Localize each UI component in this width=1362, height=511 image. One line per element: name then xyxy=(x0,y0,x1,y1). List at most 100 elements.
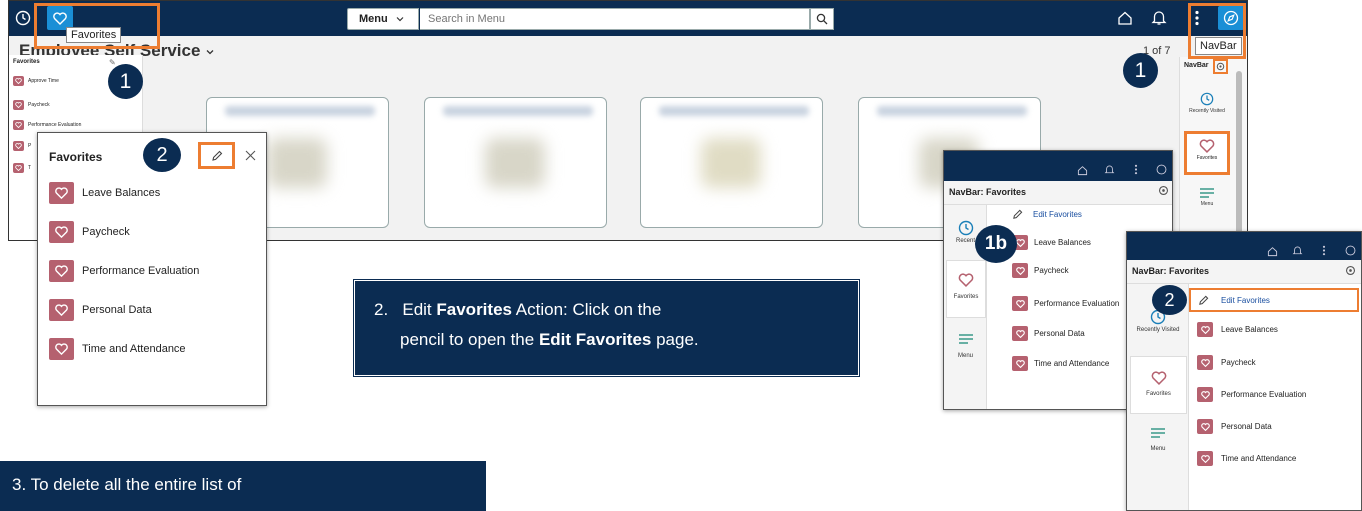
search-input[interactable] xyxy=(420,8,810,30)
heart-icon xyxy=(1012,326,1028,341)
clock-icon xyxy=(958,220,973,236)
list-item[interactable]: Performance Evaluation xyxy=(49,260,199,282)
close-icon xyxy=(245,150,256,161)
heart-icon xyxy=(1012,263,1028,278)
hamburger-icon xyxy=(958,334,973,344)
list-item[interactable]: Paycheck xyxy=(13,100,50,110)
list-item[interactable]: Approve Time xyxy=(13,76,59,86)
home-button[interactable] xyxy=(1117,10,1133,31)
heart-icon xyxy=(49,221,74,243)
list-item[interactable]: Performance Evaluation xyxy=(1197,387,1306,402)
close-button[interactable] xyxy=(245,148,256,166)
heart-icon xyxy=(1012,356,1028,371)
gear-icon[interactable] xyxy=(1158,185,1169,196)
pencil-icon xyxy=(211,150,222,161)
recently-visited-button[interactable] xyxy=(15,10,31,26)
heart-icon xyxy=(1199,139,1215,153)
list-item[interactable]: Leave Balances xyxy=(1012,235,1091,250)
clock-icon xyxy=(1200,92,1214,106)
notifications-button[interactable] xyxy=(1151,9,1167,31)
heart-icon xyxy=(49,338,74,360)
list-item[interactable]: Leave Balances xyxy=(49,182,160,204)
navbar-rail-scrollbar[interactable] xyxy=(1236,71,1242,240)
heart-icon xyxy=(13,120,24,130)
panel-rail-favorites[interactable]: Favorites xyxy=(946,260,986,318)
kebab-icon xyxy=(1134,164,1138,175)
navbar-menu[interactable]: Menu xyxy=(1182,187,1232,207)
list-item[interactable]: Paycheck xyxy=(1197,355,1256,370)
gear-icon[interactable] xyxy=(1345,265,1356,276)
hamburger-icon xyxy=(1200,188,1214,198)
favorites-popup: Favorites Leave Balances Paycheck Perfor… xyxy=(37,132,267,406)
heart-icon xyxy=(1197,322,1213,337)
bell-icon xyxy=(1104,165,1115,174)
step-badge: 2 xyxy=(1152,285,1187,315)
heart-icon xyxy=(958,273,974,287)
navbar-favorites[interactable]: Favorites xyxy=(1184,131,1230,175)
edit-favorites-pencil-button[interactable] xyxy=(198,142,235,169)
navbar-recently-visited[interactable]: Recently Visited xyxy=(1182,92,1232,114)
panel-rail-menu[interactable]: Menu xyxy=(944,333,987,359)
callout-line-1: 2. Edit Favorites Action: Click on the xyxy=(374,300,662,319)
navbar-settings-button[interactable] xyxy=(1213,59,1228,74)
navbar-rail-label: NavBar xyxy=(1184,62,1209,69)
list-item[interactable]: Personal Data xyxy=(49,299,152,321)
heart-icon xyxy=(49,299,74,321)
list-item[interactable]: Personal Data xyxy=(1197,419,1272,434)
edit-favorites-link[interactable]: Edit Favorites xyxy=(1012,209,1082,220)
edit-favorites-link[interactable]: Edit Favorites xyxy=(1189,288,1359,312)
step-badge: 2 xyxy=(143,138,181,172)
panel-title: NavBar: Favorites xyxy=(949,187,1027,197)
heart-icon xyxy=(13,100,24,110)
list-item[interactable]: Personal Data xyxy=(1012,326,1085,341)
list-item[interactable]: Time and Attendance xyxy=(1012,356,1109,371)
menu-label: Menu xyxy=(359,13,388,25)
chevron-down-icon xyxy=(396,17,404,22)
clock-icon xyxy=(15,10,31,26)
list-item[interactable]: Performance Evaluation xyxy=(1012,296,1119,311)
list-item[interactable]: Performance Evaluation xyxy=(13,120,81,130)
list-item[interactable]: Time and Attendance xyxy=(1197,451,1296,466)
panel-rail-recent[interactable]: Recently Visited xyxy=(1127,309,1189,333)
heart-icon xyxy=(1197,387,1213,402)
search-button[interactable] xyxy=(810,8,834,30)
panel-topbar xyxy=(1127,232,1361,260)
list-item[interactable]: Paycheck xyxy=(49,221,130,243)
navbar-favorites-panel-edit: NavBar: Favorites Recently Visited Favor… xyxy=(1126,231,1362,511)
list-item[interactable]: P xyxy=(13,141,31,151)
navbar-rail: NavBar Recently Visited Favorites Menu xyxy=(1179,57,1247,240)
favorites-popup-title: Favorites xyxy=(49,150,103,164)
pencil-icon[interactable]: ✎ xyxy=(109,58,116,67)
menu-dropdown[interactable]: Menu xyxy=(347,8,419,30)
home-icon xyxy=(1077,166,1088,176)
list-item[interactable]: Paycheck xyxy=(1012,263,1069,278)
homepage-tile[interactable] xyxy=(424,97,607,228)
panel-header: NavBar: Favorites xyxy=(944,181,1172,205)
heart-icon xyxy=(1151,371,1166,385)
panel-rail-favorites[interactable]: Favorites xyxy=(1130,356,1187,414)
search-icon xyxy=(816,13,828,25)
favorites-tooltip: Favorites xyxy=(66,27,122,43)
home-icon xyxy=(1267,247,1278,257)
callout-step-2: 2. Edit Favorites Action: Click on the p… xyxy=(353,279,860,377)
home-icon xyxy=(1118,11,1132,25)
heart-icon xyxy=(1197,451,1213,466)
heart-icon xyxy=(49,182,74,204)
list-item[interactable]: Leave Balances xyxy=(1197,322,1278,337)
panel-topbar xyxy=(944,151,1172,181)
favorites-side-panel-title: Favorites xyxy=(13,59,40,65)
homepage-tile[interactable] xyxy=(640,97,823,228)
panel-rail: Recently Visited Favorites Menu xyxy=(1127,284,1189,510)
pencil-icon xyxy=(1199,295,1209,305)
panel-rail-menu[interactable]: Menu xyxy=(1127,427,1189,452)
list-item[interactable]: Time and Attendance xyxy=(49,338,186,360)
hamburger-icon xyxy=(1151,428,1165,438)
step-badge: 1 xyxy=(1123,53,1158,88)
step-badge: 1 xyxy=(108,64,143,99)
heart-icon xyxy=(1012,296,1028,311)
navbar-tooltip: NavBar xyxy=(1195,37,1242,55)
panel-title: NavBar: Favorites xyxy=(1132,266,1210,276)
bell-icon xyxy=(1292,246,1303,255)
list-item[interactable]: T xyxy=(13,163,31,173)
heart-icon xyxy=(1197,355,1213,370)
